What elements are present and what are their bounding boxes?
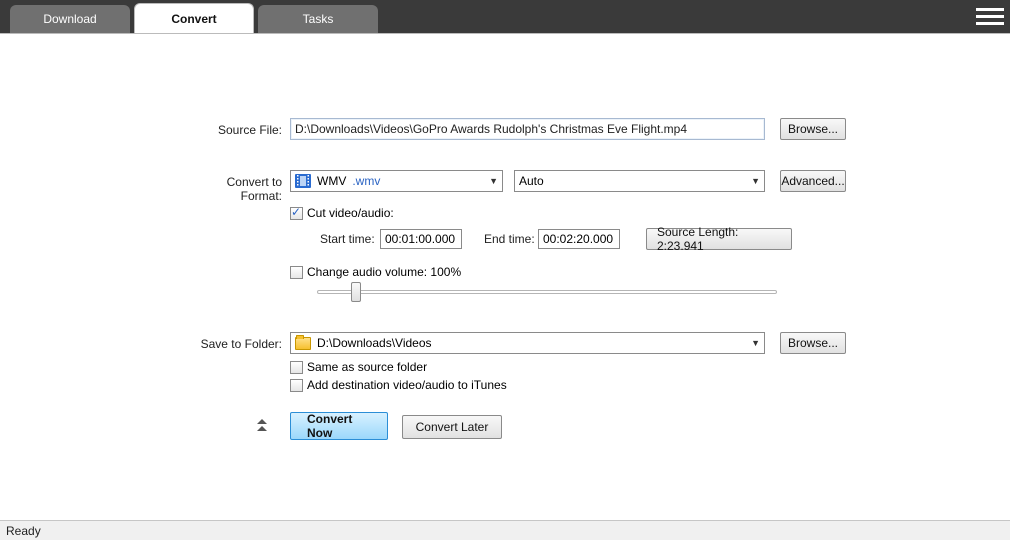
cut-video-checkbox[interactable] (290, 207, 303, 220)
format-name: WMV (317, 174, 346, 188)
collapse-icon[interactable] (257, 419, 271, 433)
source-file-input[interactable]: D:\Downloads\Videos\GoPro Awards Rudolph… (290, 118, 765, 140)
chevron-down-icon: ▼ (751, 176, 760, 186)
same-as-source-label: Same as source folder (307, 360, 427, 374)
start-time-label: Start time: (320, 232, 380, 246)
same-as-source-checkbox[interactable] (290, 361, 303, 374)
add-itunes-checkbox[interactable] (290, 379, 303, 392)
chevron-down-icon: ▼ (751, 338, 760, 348)
format-dropdown[interactable]: WMV .wmv ▼ (290, 170, 503, 192)
add-itunes-label: Add destination video/audio to iTunes (307, 378, 507, 392)
content-area: Source File: D:\Downloads\Videos\GoPro A… (0, 34, 1010, 520)
folder-icon (295, 337, 311, 350)
volume-slider-track[interactable] (317, 290, 777, 294)
hamburger-menu-icon[interactable] (976, 4, 1004, 28)
format-profile-value: Auto (519, 174, 544, 188)
advanced-button[interactable]: Advanced... (780, 170, 846, 192)
save-folder-label: Save to Folder: (182, 337, 282, 351)
convert-format-label: Convert to Format: (182, 175, 282, 203)
save-folder-dropdown[interactable]: D:\Downloads\Videos ▼ (290, 332, 765, 354)
tab-bar: Download Convert Tasks (0, 0, 1010, 34)
tab-tasks[interactable]: Tasks (258, 5, 378, 33)
format-profile-dropdown[interactable]: Auto ▼ (514, 170, 765, 192)
save-folder-value: D:\Downloads\Videos (317, 336, 432, 350)
browse-folder-button[interactable]: Browse... (780, 332, 846, 354)
change-volume-label: Change audio volume: 100% (307, 265, 461, 279)
browse-source-button[interactable]: Browse... (780, 118, 846, 140)
convert-now-button[interactable]: Convert Now (290, 412, 388, 440)
tab-convert[interactable]: Convert (134, 3, 254, 33)
source-length-button[interactable]: Source Length: 2:23.941 (646, 228, 792, 250)
source-file-label: Source File: (182, 123, 282, 137)
cut-video-label: Cut video/audio: (307, 206, 394, 220)
video-format-icon (295, 174, 311, 188)
chevron-down-icon: ▼ (489, 176, 498, 186)
convert-later-button[interactable]: Convert Later (402, 415, 502, 439)
start-time-input[interactable]: 00:01:00.000 (380, 229, 462, 249)
format-ext: .wmv (352, 174, 380, 188)
tab-download[interactable]: Download (10, 5, 130, 33)
volume-slider-thumb[interactable] (351, 282, 361, 302)
status-bar: Ready (0, 520, 1010, 540)
end-time-label: End time: (484, 232, 538, 246)
change-volume-checkbox[interactable] (290, 266, 303, 279)
end-time-input[interactable]: 00:02:20.000 (538, 229, 620, 249)
